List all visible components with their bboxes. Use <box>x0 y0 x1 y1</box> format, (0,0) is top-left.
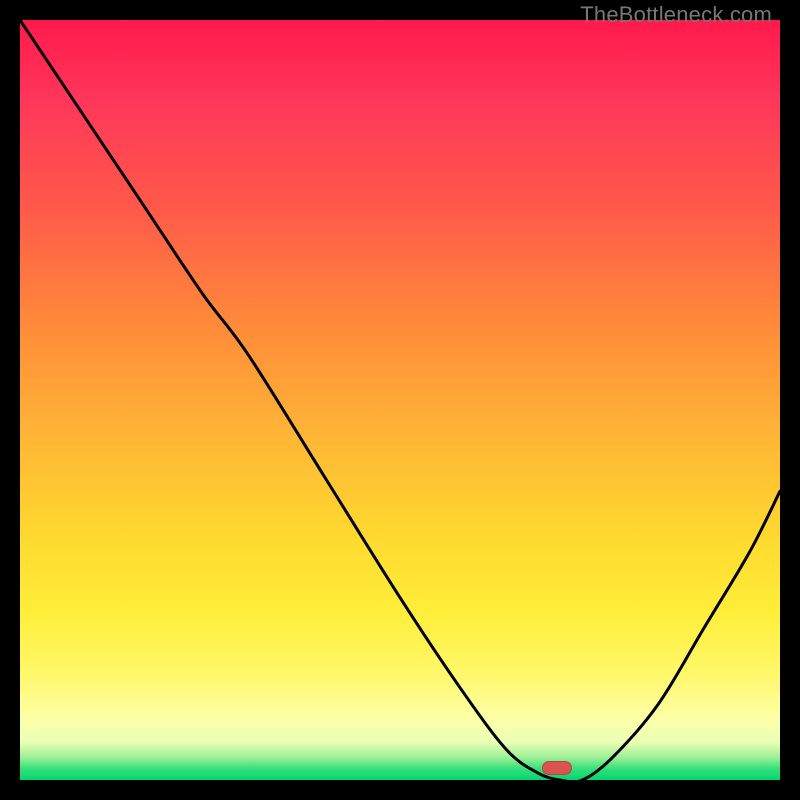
chart-frame: TheBottleneck.com <box>0 0 800 800</box>
watermark-text: TheBottleneck.com <box>580 2 772 28</box>
curve-path <box>20 20 780 782</box>
optimal-marker <box>542 761 572 775</box>
bottleneck-curve <box>20 20 780 780</box>
